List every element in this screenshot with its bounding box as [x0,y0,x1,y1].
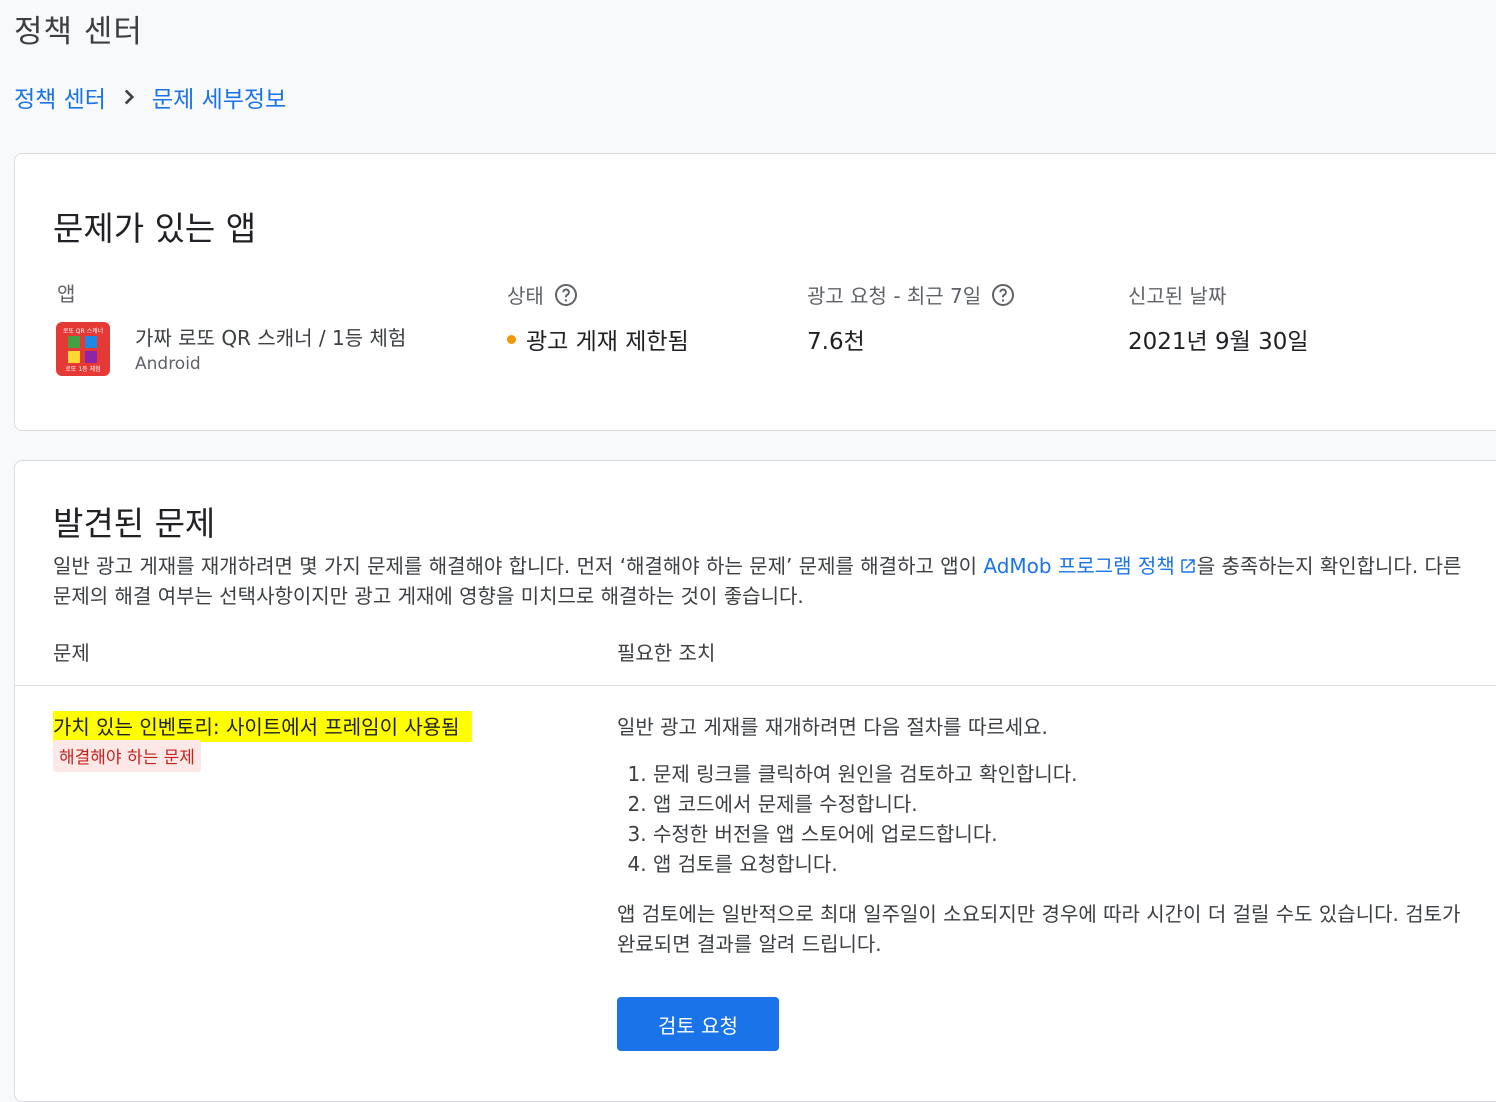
status-dot-icon [507,334,516,344]
issues-found-card: 발견된 문제 일반 광고 게재를 재개하려면 몇 가지 문제를 해결해야 합니다… [14,460,1496,1102]
action-step: 수정한 버전을 앱 스토어에 업로드합니다. [653,819,1078,849]
app-icon-tile [85,351,97,363]
ad-requests-header-label: 광고 요청 - 최근 7일 [807,284,982,308]
issue-name-link[interactable]: 가치 있는 인벤토리: 사이트에서 프레임이 사용됨 [53,711,472,742]
app-platform: Android [135,354,201,374]
admob-policy-link-label: AdMob 프로그램 정책 [983,554,1175,578]
action-steps: 문제 링크를 클릭하여 원인을 검토하고 확인합니다. 앱 코드에서 문제를 수… [617,759,1078,879]
status-header-label: 상태 [507,284,544,308]
app-name[interactable]: 가짜 로또 QR 스캐너 / 1등 체험 [135,322,406,351]
page-title: 정책 센터 [14,14,143,50]
description-text: 일반 광고 게재를 재개하려면 몇 가지 문제를 해결해야 합니다. 먼저 ‘해… [53,554,984,578]
app-icon-tile [68,336,80,348]
app-header-label: 앱 [57,282,76,306]
request-review-button[interactable]: 검토 요청 [617,997,779,1051]
app-column-header: 앱 [57,278,75,307]
ad-requests-column-header: 광고 요청 - 최근 7일 [807,280,1015,309]
ad-requests-value: 7.6천 [807,329,865,355]
breadcrumb-current: 문제 세부정보 [151,87,287,113]
status-label: 광고 게재 제한됨 [526,329,689,355]
status-column-header: 상태 [507,280,578,309]
reported-date-column-header: 신고된 날짜 [1128,280,1226,309]
app-icon: 로또 QR 스캐너 로또 1등 체험 [56,322,110,376]
action-column-header: 필요한 조치 [617,641,716,665]
issues-description: 일반 광고 게재를 재개하려면 몇 가지 문제를 해결해야 합니다. 먼저 ‘해… [53,551,1473,611]
admob-policy-link[interactable]: AdMob 프로그램 정책 [983,554,1196,578]
app-card-title: 문제가 있는 앱 [53,209,257,248]
issues-card-title: 발견된 문제 [53,504,216,543]
breadcrumb: 정책 센터 문제 세부정보 [14,80,286,114]
review-note: 앱 검토에는 일반적으로 최대 일주일이 소요되지만 경우에 따라 시간이 더 … [617,902,1461,956]
action-step: 앱 검토를 요청합니다. [653,849,1078,879]
reported-header-label: 신고된 날짜 [1128,284,1227,308]
action-intro: 일반 광고 게재를 재개하려면 다음 절차를 따르세요. [617,715,1048,739]
help-icon[interactable] [554,283,578,307]
status-value: 광고 게재 제한됨 [507,322,689,356]
app-icon-tile [85,336,97,348]
must-fix-badge: 해결해야 하는 문제 [53,740,201,772]
app-with-issue-card: 문제가 있는 앱 앱 상태 광고 요청 - 최근 7일 신고된 날짜 로또 QR… [14,153,1496,431]
reported-date-value: 2021년 9월 30일 [1128,329,1309,355]
app-icon-tile [68,351,80,363]
chevron-right-icon [124,89,135,105]
external-link-icon [1180,559,1195,573]
breadcrumb-root-link[interactable]: 정책 센터 [14,80,106,114]
app-icon-top-text: 로또 QR 스캐너 [62,328,104,335]
app-icon-bottom-text: 로또 1등 체험 [65,366,101,373]
action-step: 앱 코드에서 문제를 수정합니다. [653,789,1078,819]
action-step: 문제 링크를 클릭하여 원인을 검토하고 확인합니다. [653,759,1078,789]
issue-column-header: 문제 [53,641,90,665]
help-icon[interactable] [991,283,1015,307]
table-divider [15,685,1496,686]
